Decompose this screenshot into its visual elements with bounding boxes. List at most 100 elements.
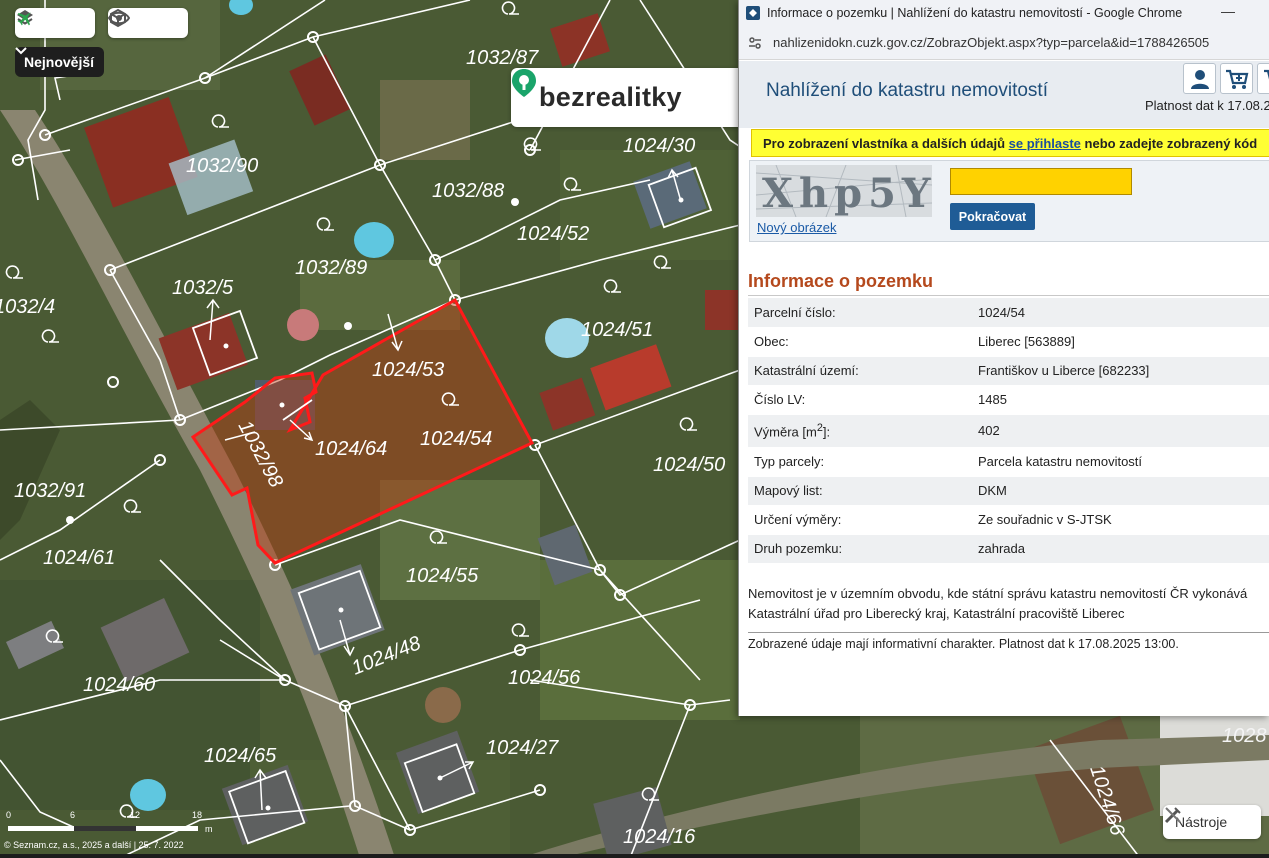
parcel-label: 1032/4 xyxy=(0,296,55,318)
divider xyxy=(748,632,1269,633)
airplane-icon[interactable] xyxy=(17,8,87,38)
table-row: Mapový list: DKM xyxy=(748,476,1269,506)
parcel-label: 1024/27 xyxy=(486,737,559,759)
parcel-label: 1024/16 xyxy=(623,826,696,848)
login-note-text-end: nebo zadejte zobrazený kód xyxy=(1080,136,1258,151)
browser-window: Informace o pozemku | Nahlížení do katas… xyxy=(738,0,1269,716)
row-key: Katastrální území: xyxy=(748,356,972,386)
row-value: 1024/54 xyxy=(972,298,1269,328)
row-value: Ze souřadnic v S-JTSK xyxy=(972,505,1269,535)
scale-label: 18 xyxy=(192,810,203,820)
captcha-image: Xhp5Y xyxy=(755,164,933,218)
parcel-label: 1024/64 xyxy=(315,438,387,460)
tools-button[interactable]: Nástroje xyxy=(1163,805,1261,839)
window-titlebar[interactable]: Informace o pozemku | Nahlížení do katas… xyxy=(739,0,1269,26)
site-header: Nahlížení do katastru nemovitostí Platno… xyxy=(739,61,1269,128)
minimize-button[interactable]: — xyxy=(1221,3,1235,19)
row-key: Typ parcely: xyxy=(748,447,972,477)
parcel-label: 1024/50 xyxy=(653,454,725,476)
row-key: Parcelní číslo: xyxy=(748,298,972,328)
parcel-label: 1024/60 xyxy=(83,674,155,696)
tools-icon xyxy=(1164,807,1181,824)
login-notice: Pro zobrazení vlastníka a dalších údajů … xyxy=(751,129,1269,157)
view-toolbar xyxy=(108,8,188,38)
parcel-label: 1024/61 xyxy=(43,547,115,569)
section-title: Informace o pozemku xyxy=(748,271,934,291)
row-value: Liberec [563889] xyxy=(972,327,1269,357)
table-row: Parcelní číslo: 1024/54 xyxy=(748,298,1269,328)
row-key-text-end: ]: xyxy=(822,424,831,440)
jurisdiction-note: Nemovitost je v územním obvodu, kde stát… xyxy=(748,586,1248,621)
table-row: Obec: Liberec [563889] xyxy=(748,327,1269,357)
table-row: Typ parcely: Parcela katastru nemovitostí xyxy=(748,447,1269,477)
parcel-label: 1024/30 xyxy=(623,135,695,157)
parcel-label: 1024/52 xyxy=(517,223,589,245)
validity-footnote: Zobrazené údaje mají informativní charak… xyxy=(748,637,1179,651)
site-settings-icon[interactable] xyxy=(747,35,763,51)
row-value: zahrada xyxy=(972,534,1269,564)
row-key: Mapový list: xyxy=(748,476,972,506)
era-label: Nejnovější xyxy=(24,54,95,70)
scale-label: 0 xyxy=(6,810,12,820)
map-copyright: © Seznam.cz, a.s., 2025 a další | 25. 7.… xyxy=(4,840,184,850)
table-row: Číslo LV: 1485 xyxy=(748,385,1269,415)
cart-icon[interactable] xyxy=(1220,63,1253,94)
continue-button[interactable]: Pokračovat xyxy=(950,203,1035,230)
row-key: Číslo LV: xyxy=(748,385,972,415)
parcel-label: 1024/53 xyxy=(372,359,444,381)
table-row: Katastrální území: Františkov u Liberce [… xyxy=(748,356,1269,386)
row-value: 1485 xyxy=(972,385,1269,415)
map-type-toolbar xyxy=(15,8,95,38)
captcha-input[interactable] xyxy=(950,168,1132,195)
row-key: Určení výměry: xyxy=(748,505,972,535)
cuzk-favicon xyxy=(746,6,760,20)
parcel-label: 1032/90 xyxy=(186,155,258,177)
divider xyxy=(748,295,1269,296)
address-bar[interactable]: nahlizenidokn.cuzk.gov.cz/ZobrazObjekt.a… xyxy=(739,26,1269,60)
era-dropdown[interactable]: Nejnovější xyxy=(15,47,105,77)
row-value: DKM xyxy=(972,476,1269,506)
row-key: Obec: xyxy=(748,327,972,357)
brand-logo: bezrealitky xyxy=(511,68,759,127)
user-icon[interactable] xyxy=(1183,63,1216,94)
scale-label: 6 xyxy=(70,810,76,820)
row-value: Františkov u Liberce [682233] xyxy=(972,356,1269,386)
login-note-text: Pro zobrazení vlastníka a dalších údajů xyxy=(763,136,1009,151)
page-content: Nahlížení do katastru nemovitostí Platno… xyxy=(739,61,1269,716)
parcel-label: 1032/91 xyxy=(14,480,86,502)
chevron-down-icon xyxy=(15,47,27,55)
validity-date-header: Platnost dat k 17.08.2 xyxy=(1145,98,1269,113)
row-key: Výměra [m2]: xyxy=(748,414,972,448)
map-pin-icon xyxy=(512,69,536,97)
map-scale: 0 6 12 18 m xyxy=(4,810,214,834)
parcel-label: 1024/56 xyxy=(508,667,581,689)
captcha-code: Xhp5Y xyxy=(762,170,932,217)
row-value: Parcela katastru nemovitostí xyxy=(972,447,1269,477)
table-row: Druh pozemku: zahrada xyxy=(748,534,1269,564)
parcel-label: 1028 xyxy=(1222,725,1267,747)
page-title: Nahlížení do katastru nemovitostí xyxy=(766,80,1048,101)
parcel-label: 1024/54 xyxy=(420,428,492,450)
new-image-link[interactable]: Nový obrázek xyxy=(757,220,836,235)
table-row: Výměra [m2]: 402 xyxy=(748,414,1269,448)
parcel-label: 1032/5 xyxy=(172,277,234,299)
parcel-info-table: Parcelní číslo: 1024/54 Obec: Liberec [563… xyxy=(748,298,1269,564)
row-value: 402 xyxy=(972,414,1269,448)
parcel-label: 1024/65 xyxy=(204,745,277,767)
captcha-panel: Xhp5Y Nový obrázek Pokračovat xyxy=(749,160,1269,242)
window-title: Informace o pozemku | Nahlížení do katas… xyxy=(767,6,1183,20)
url-text[interactable]: nahlizenidokn.cuzk.gov.cz/ZobrazObjekt.a… xyxy=(773,35,1209,50)
parcel-label: 1032/89 xyxy=(295,257,367,279)
login-link[interactable]: se přihlaste xyxy=(1009,136,1081,151)
scale-unit: m xyxy=(205,824,213,834)
parcel-label: 1032/87 xyxy=(466,47,539,69)
row-key: Druh pozemku: xyxy=(748,534,972,564)
eye-icon[interactable] xyxy=(108,8,180,38)
parcel-label: 1024/55 xyxy=(406,565,479,587)
scale-label: 12 xyxy=(130,810,141,820)
brand-name: bezrealitky xyxy=(539,82,682,112)
table-row: Určení výměry: Ze souřadnic v S-JTSK xyxy=(748,505,1269,535)
parcel-label: 1024/51 xyxy=(581,319,653,341)
map-bottom-bar xyxy=(0,854,1269,858)
cart-plus-icon[interactable] xyxy=(1257,63,1269,94)
